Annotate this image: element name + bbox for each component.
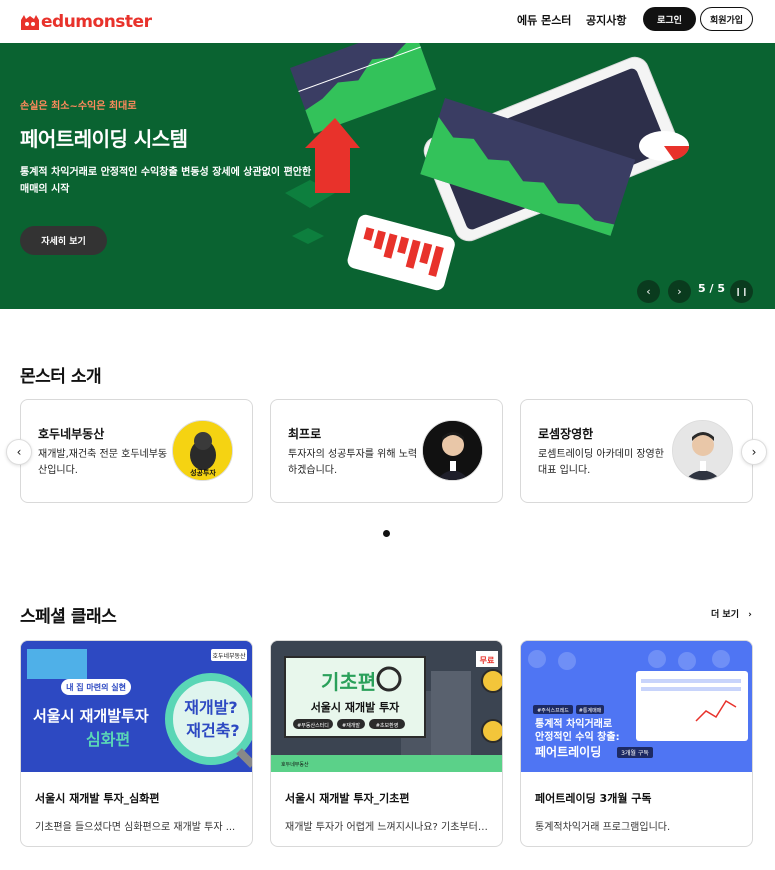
class-description: 재개발 투자가 어렵게 느껴지시나요? 기초부터 ... xyxy=(285,822,490,833)
svg-text:서울시 재개발 투자: 서울시 재개발 투자 xyxy=(311,700,400,714)
svg-text:#초보환영: #초보환영 xyxy=(376,722,399,729)
monsters-section-title: 몬스터 소개 xyxy=(20,367,102,387)
monster-avatar-image xyxy=(673,421,732,480)
class-thumbnail: 호두네부동산 내 집 마련의 실현 서울시 재개발투자 심화편 재개발? 재건축… xyxy=(21,641,252,772)
svg-text:심화편: 심화편 xyxy=(86,730,130,749)
hero-banner: 손실은 최소~수익은 최대로 페어트레이딩 시스템 통계적 차익거래로 안정적인… xyxy=(0,43,775,309)
chevron-right-icon: › xyxy=(748,610,752,620)
monster-card[interactable]: 로셈장영한 로셈트레이딩 아카데미 장영한 대표 입니다. xyxy=(520,399,753,503)
monsters-prev-button[interactable]: ‹ xyxy=(6,439,32,465)
avatar xyxy=(422,420,483,481)
monster-description: 로셈트레이딩 아카데미 장영한 대표 입니다. xyxy=(538,449,664,476)
signup-button[interactable]: 회원가입 xyxy=(700,7,753,31)
avatar-caption: 성공투자 xyxy=(190,468,216,477)
svg-text:재개발?: 재개발? xyxy=(184,698,237,717)
more-link[interactable]: 더 보기 › xyxy=(711,607,752,620)
class-card[interactable]: #주식스프레드 #통계매매 통계적 차익거래로 안정적인 수익 창출: 페어트레… xyxy=(520,640,753,847)
monster-logo-icon xyxy=(21,15,39,30)
hero-detail-button[interactable]: 자세히 보기 xyxy=(20,226,107,255)
monster-description: 투자자의 성공투자를 위해 노력하겠습니다. xyxy=(288,449,418,476)
svg-text:통계적 차익거래로: 통계적 차익거래로 xyxy=(535,717,612,730)
svg-text:#재개발: #재개발 xyxy=(342,722,360,729)
more-label: 더 보기 xyxy=(711,610,739,620)
hero-pause-button[interactable]: ❙❙ xyxy=(730,280,753,303)
class-thumbnail-art: #주식스프레드 #통계매매 통계적 차익거래로 안정적인 수익 창출: 페어트레… xyxy=(521,641,752,772)
monsters-next-button[interactable]: › xyxy=(741,439,767,465)
hero-slide-counter: 5 / 5 xyxy=(698,282,725,295)
svg-text:서울시 재개발투자: 서울시 재개발투자 xyxy=(33,707,149,725)
class-thumbnail: #주식스프레드 #통계매매 통계적 차익거래로 안정적인 수익 창출: 페어트레… xyxy=(521,641,752,772)
class-thumbnail-art: 호두네부동산 내 집 마련의 실현 서울시 재개발투자 심화편 재개발? 재건축… xyxy=(21,641,252,772)
svg-text:호두네부동산: 호두네부동산 xyxy=(281,761,309,768)
monster-name: 최프로 xyxy=(288,427,322,441)
nav-edumonster[interactable]: 에듀 몬스터 xyxy=(517,12,571,28)
class-title: 페어트레이딩 3개월 구독 xyxy=(535,792,652,805)
class-card[interactable]: 무료 기초편 서울시 재개발 투자 #부동산스터디 #재개발 #초보환영 호두네… xyxy=(270,640,503,847)
hero-illustration xyxy=(285,43,690,291)
svg-text:기초편: 기초편 xyxy=(321,670,376,694)
svg-text:3개월 구독: 3개월 구독 xyxy=(621,749,649,757)
class-title: 서울시 재개발 투자_심화편 xyxy=(35,792,160,805)
class-card[interactable]: 호두네부동산 내 집 마련의 실현 서울시 재개발투자 심화편 재개발? 재건축… xyxy=(20,640,253,847)
site-header: edumonster 에듀 몬스터 공지사항 로그인 회원가입 xyxy=(0,0,775,43)
svg-text:호두네부동산: 호두네부동산 xyxy=(212,652,246,660)
nav-notice[interactable]: 공지사항 xyxy=(586,12,626,28)
login-button[interactable]: 로그인 xyxy=(643,7,696,31)
hero-next-button[interactable]: › xyxy=(668,280,691,303)
monster-card[interactable]: 호두네부동산 재개발,재건축 전문 호두네부동산입니다. 성공투자 xyxy=(20,399,253,503)
svg-text:재건축?: 재건축? xyxy=(186,721,239,740)
logo[interactable]: edumonster xyxy=(19,10,152,34)
hero-kicker: 손실은 최소~수익은 최대로 xyxy=(20,101,137,112)
svg-text:무료: 무료 xyxy=(480,656,495,665)
logo-text: edumonster xyxy=(41,12,152,32)
hero-title: 페어트레이딩 시스템 xyxy=(20,127,188,151)
monster-avatar-image: 성공투자 xyxy=(173,421,232,480)
avatar: 성공투자 xyxy=(172,420,233,481)
monster-name: 호두네부동산 xyxy=(38,427,105,441)
class-title: 서울시 재개발 투자_기초편 xyxy=(285,792,410,805)
carousel-dot[interactable] xyxy=(383,530,390,537)
hero-prev-button[interactable]: ‹ xyxy=(637,280,660,303)
svg-text:내 집 마련의 실현: 내 집 마련의 실현 xyxy=(66,682,126,692)
svg-text:#부동산스터디: #부동산스터디 xyxy=(297,722,329,729)
svg-text:#통계매매: #통계매매 xyxy=(579,707,602,714)
monster-description: 재개발,재건축 전문 호두네부동산입니다. xyxy=(38,449,168,476)
monster-name: 로셈장영한 xyxy=(538,427,594,441)
special-section-title: 스페셜 클래스 xyxy=(20,607,117,627)
monster-avatar-image xyxy=(423,421,482,480)
svg-text:페어트레이딩: 페어트레이딩 xyxy=(535,744,601,759)
class-description: 통계적차익거래 프로그램입니다. xyxy=(535,822,671,833)
svg-text:안정적인 수익 창출:: 안정적인 수익 창출: xyxy=(535,730,620,743)
class-description: 기초편을 들으셨다면 심화편으로 재개발 투자 ... xyxy=(35,822,236,833)
monster-card[interactable]: 최프로 투자자의 성공투자를 위해 노력하겠습니다. xyxy=(270,399,503,503)
class-thumbnail: 무료 기초편 서울시 재개발 투자 #부동산스터디 #재개발 #초보환영 호두네… xyxy=(271,641,502,772)
class-thumbnail-art: 무료 기초편 서울시 재개발 투자 #부동산스터디 #재개발 #초보환영 호두네… xyxy=(271,641,502,772)
svg-text:#주식스프레드: #주식스프레드 xyxy=(537,707,569,714)
avatar xyxy=(672,420,733,481)
